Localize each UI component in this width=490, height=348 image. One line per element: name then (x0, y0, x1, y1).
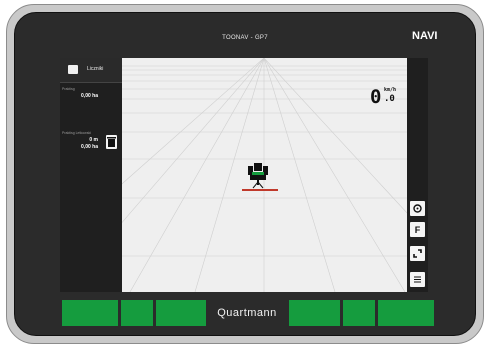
list-button[interactable] (410, 272, 425, 287)
settings-button[interactable] (410, 201, 425, 216)
area-label: Praktisg (62, 87, 75, 91)
tractor-small-icon (68, 65, 78, 74)
counters-panel: Liczniki Praktisg 0,00 ha Praktisg Letko… (60, 58, 122, 292)
f-button[interactable]: F (410, 222, 425, 237)
section-bar-2 (121, 300, 153, 326)
section-bar-6 (378, 300, 434, 326)
worked-area-value: 0,00 ha (81, 144, 98, 150)
section-bar-3 (156, 300, 206, 326)
settings-icon (413, 204, 422, 213)
section-bar-5 (343, 300, 375, 326)
worked-label: Praktisg Letkowski (62, 131, 91, 135)
brand-logo: Quartmann (217, 307, 277, 319)
distance-value: 0 m (89, 137, 98, 143)
section-bar-4 (289, 300, 340, 326)
tractor-icon (242, 163, 278, 191)
frame-icon (413, 249, 422, 258)
area-value: 0,00 ha (81, 93, 98, 99)
speed-value: 0 (370, 86, 382, 108)
implement-bar (242, 189, 278, 191)
reset-counters-button[interactable] (106, 135, 117, 149)
list-icon (414, 276, 421, 283)
speed-unit: km/h (384, 87, 397, 93)
counters-header[interactable]: Liczniki (60, 58, 122, 83)
navi-mode-label: NAVI (412, 30, 438, 42)
counters-title: Liczniki (87, 66, 104, 72)
speed-decimal: .0 (384, 94, 395, 104)
section-bar-1 (62, 300, 118, 326)
frame-button[interactable] (410, 246, 425, 261)
trash-icon (107, 137, 116, 147)
